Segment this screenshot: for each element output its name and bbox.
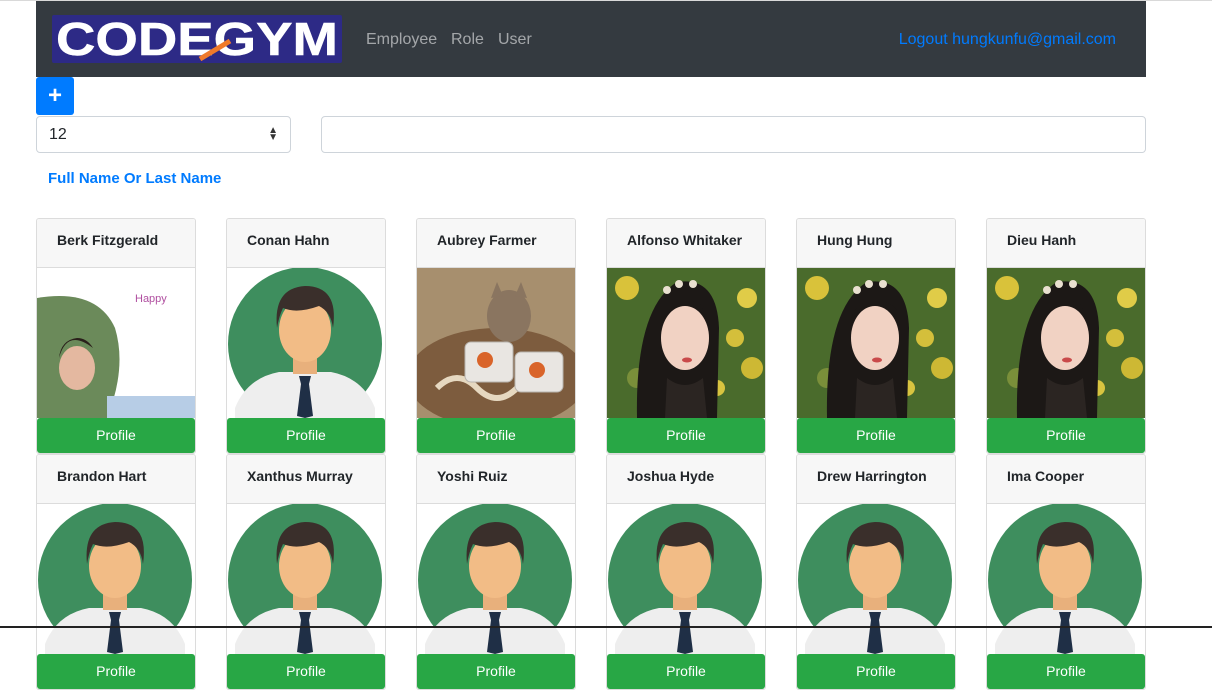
employee-avatar-image: [607, 504, 765, 654]
card-name: Joshua Hyde: [607, 455, 765, 504]
card-name: Dieu Hanh: [987, 219, 1145, 268]
card-name: Hung Hung: [797, 219, 955, 268]
employee-avatar-image: Happy: [37, 268, 195, 418]
profile-button[interactable]: Profile: [227, 418, 385, 453]
card-name: Alfonso Whitaker: [607, 219, 765, 268]
card-name: Aubrey Farmer: [417, 219, 575, 268]
profile-button[interactable]: Profile: [417, 418, 575, 453]
nav-role[interactable]: Role: [451, 31, 484, 49]
profile-button[interactable]: Profile: [797, 418, 955, 453]
add-employee-button[interactable]: +: [36, 77, 74, 115]
employee-card: Hung Hung Profile: [796, 218, 956, 454]
plus-icon: +: [47, 82, 62, 109]
codegym-logo[interactable]: CODEGYM: [52, 15, 342, 63]
employee-avatar-image: [417, 504, 575, 654]
select-arrows-icon: ▲ ▼: [268, 125, 278, 143]
employee-card: Yoshi Ruiz Profile: [416, 454, 576, 690]
employee-card: Alfonso Whitaker Profile: [606, 218, 766, 454]
logout-link[interactable]: Logout hungkunfu@gmail.com: [899, 31, 1116, 49]
employee-card: Ima Cooper Profile: [986, 454, 1146, 690]
employee-avatar-image: [987, 504, 1145, 654]
employee-card: Berk Fitzgerald Happy Profile: [36, 218, 196, 454]
page-size-value: 12: [49, 126, 67, 143]
svg-text:CODEGYM: CODEGYM: [56, 15, 338, 63]
employee-avatar-image: [797, 504, 955, 654]
navbar: CODEGYM Employee Role User Logout hungku…: [36, 1, 1146, 77]
nav-employee[interactable]: Employee: [366, 31, 437, 49]
card-name: Yoshi Ruiz: [417, 455, 575, 504]
employee-avatar-image: [607, 268, 765, 418]
employee-avatar-image: [987, 268, 1145, 418]
employee-avatar-image: [417, 268, 575, 418]
happy-photo-text: Happy: [135, 293, 167, 305]
profile-button[interactable]: Profile: [417, 654, 575, 689]
profile-button[interactable]: Profile: [607, 654, 765, 689]
employee-card: Conan Hahn Profile: [226, 218, 386, 454]
card-name: Brandon Hart: [37, 455, 195, 504]
employee-card: Drew Harrington Profile: [796, 454, 956, 690]
search-input[interactable]: [321, 116, 1146, 153]
employee-card: Aubrey Farmer Profile: [416, 218, 576, 454]
profile-button[interactable]: Profile: [607, 418, 765, 453]
search-label: Full Name Or Last Name: [48, 170, 222, 187]
profile-button[interactable]: Profile: [37, 654, 195, 689]
card-name: Conan Hahn: [227, 219, 385, 268]
profile-button[interactable]: Profile: [987, 418, 1145, 453]
profile-button[interactable]: Profile: [987, 654, 1145, 689]
employee-card: Xanthus Murray Profile: [226, 454, 386, 690]
card-name: Berk Fitzgerald: [37, 219, 195, 268]
employee-avatar-image: [227, 268, 385, 418]
employee-card: Brandon Hart Profile: [36, 454, 196, 690]
employee-card: Joshua Hyde Profile: [606, 454, 766, 690]
employee-avatar-image: [797, 268, 955, 418]
page-size-select[interactable]: 12 ▲ ▼: [36, 116, 291, 153]
employee-card: Dieu Hanh Profile: [986, 218, 1146, 454]
profile-button[interactable]: Profile: [37, 418, 195, 453]
employee-avatar-image: [37, 504, 195, 654]
nav-user[interactable]: User: [498, 31, 532, 49]
card-name: Ima Cooper: [987, 455, 1145, 504]
card-name: Xanthus Murray: [227, 455, 385, 504]
employee-avatar-image: [227, 504, 385, 654]
profile-button[interactable]: Profile: [227, 654, 385, 689]
card-name: Drew Harrington: [797, 455, 955, 504]
profile-button[interactable]: Profile: [797, 654, 955, 689]
